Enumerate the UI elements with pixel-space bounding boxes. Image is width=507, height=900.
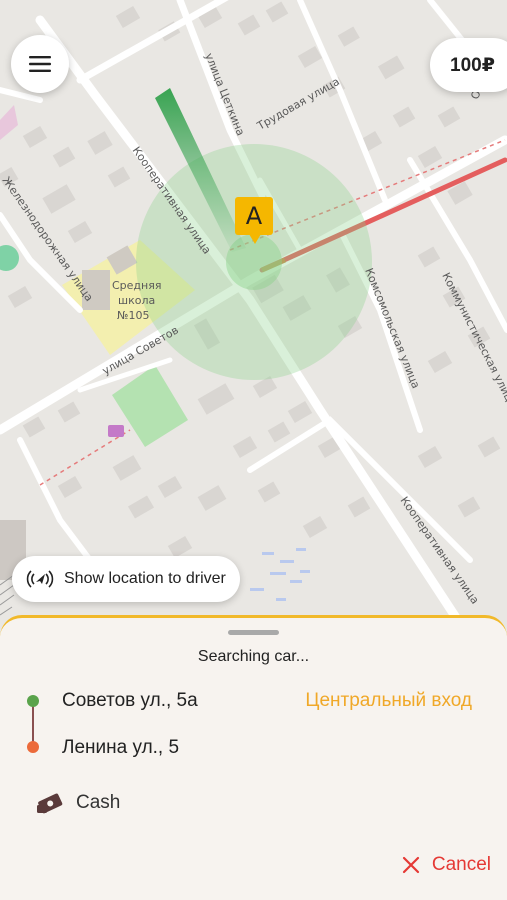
destination-dot-icon bbox=[27, 741, 39, 753]
sheet-drag-handle[interactable] bbox=[228, 630, 279, 635]
show-location-button[interactable]: Show location to driver bbox=[12, 556, 240, 602]
price-button[interactable]: 100₽ bbox=[430, 38, 507, 92]
school-label-line2: школа bbox=[118, 294, 155, 307]
cancel-label: Cancel bbox=[431, 854, 491, 875]
hamburger-menu-icon bbox=[29, 56, 51, 72]
close-icon bbox=[402, 856, 419, 874]
origin-address[interactable]: Советов ул., 5а bbox=[62, 690, 198, 712]
entrance-label[interactable]: Центральный вход bbox=[305, 690, 472, 712]
cash-icon bbox=[37, 793, 63, 814]
pickup-marker-tip bbox=[249, 234, 261, 244]
order-status: Searching car... bbox=[197, 648, 310, 665]
price-label: 100₽ bbox=[450, 54, 495, 76]
pickup-marker[interactable]: A bbox=[235, 197, 273, 235]
cancel-button[interactable]: Cancel bbox=[402, 854, 491, 876]
menu-button[interactable] bbox=[11, 35, 69, 93]
payment-method-button[interactable]: Cash bbox=[36, 791, 120, 815]
show-location-label: Show location to driver bbox=[64, 570, 226, 587]
school-label-line3: №105 bbox=[117, 309, 149, 322]
payment-method-label: Cash bbox=[76, 792, 121, 813]
destination-address[interactable]: Ленина ул., 5 bbox=[62, 737, 179, 759]
school-label-line1: Средняя bbox=[112, 279, 161, 292]
origin-dot-icon bbox=[27, 695, 39, 707]
location-broadcast-icon bbox=[26, 570, 54, 588]
pickup-marker-letter: A bbox=[245, 202, 263, 230]
order-sheet: Searching car... Советов ул., 5а Централ… bbox=[0, 615, 507, 900]
